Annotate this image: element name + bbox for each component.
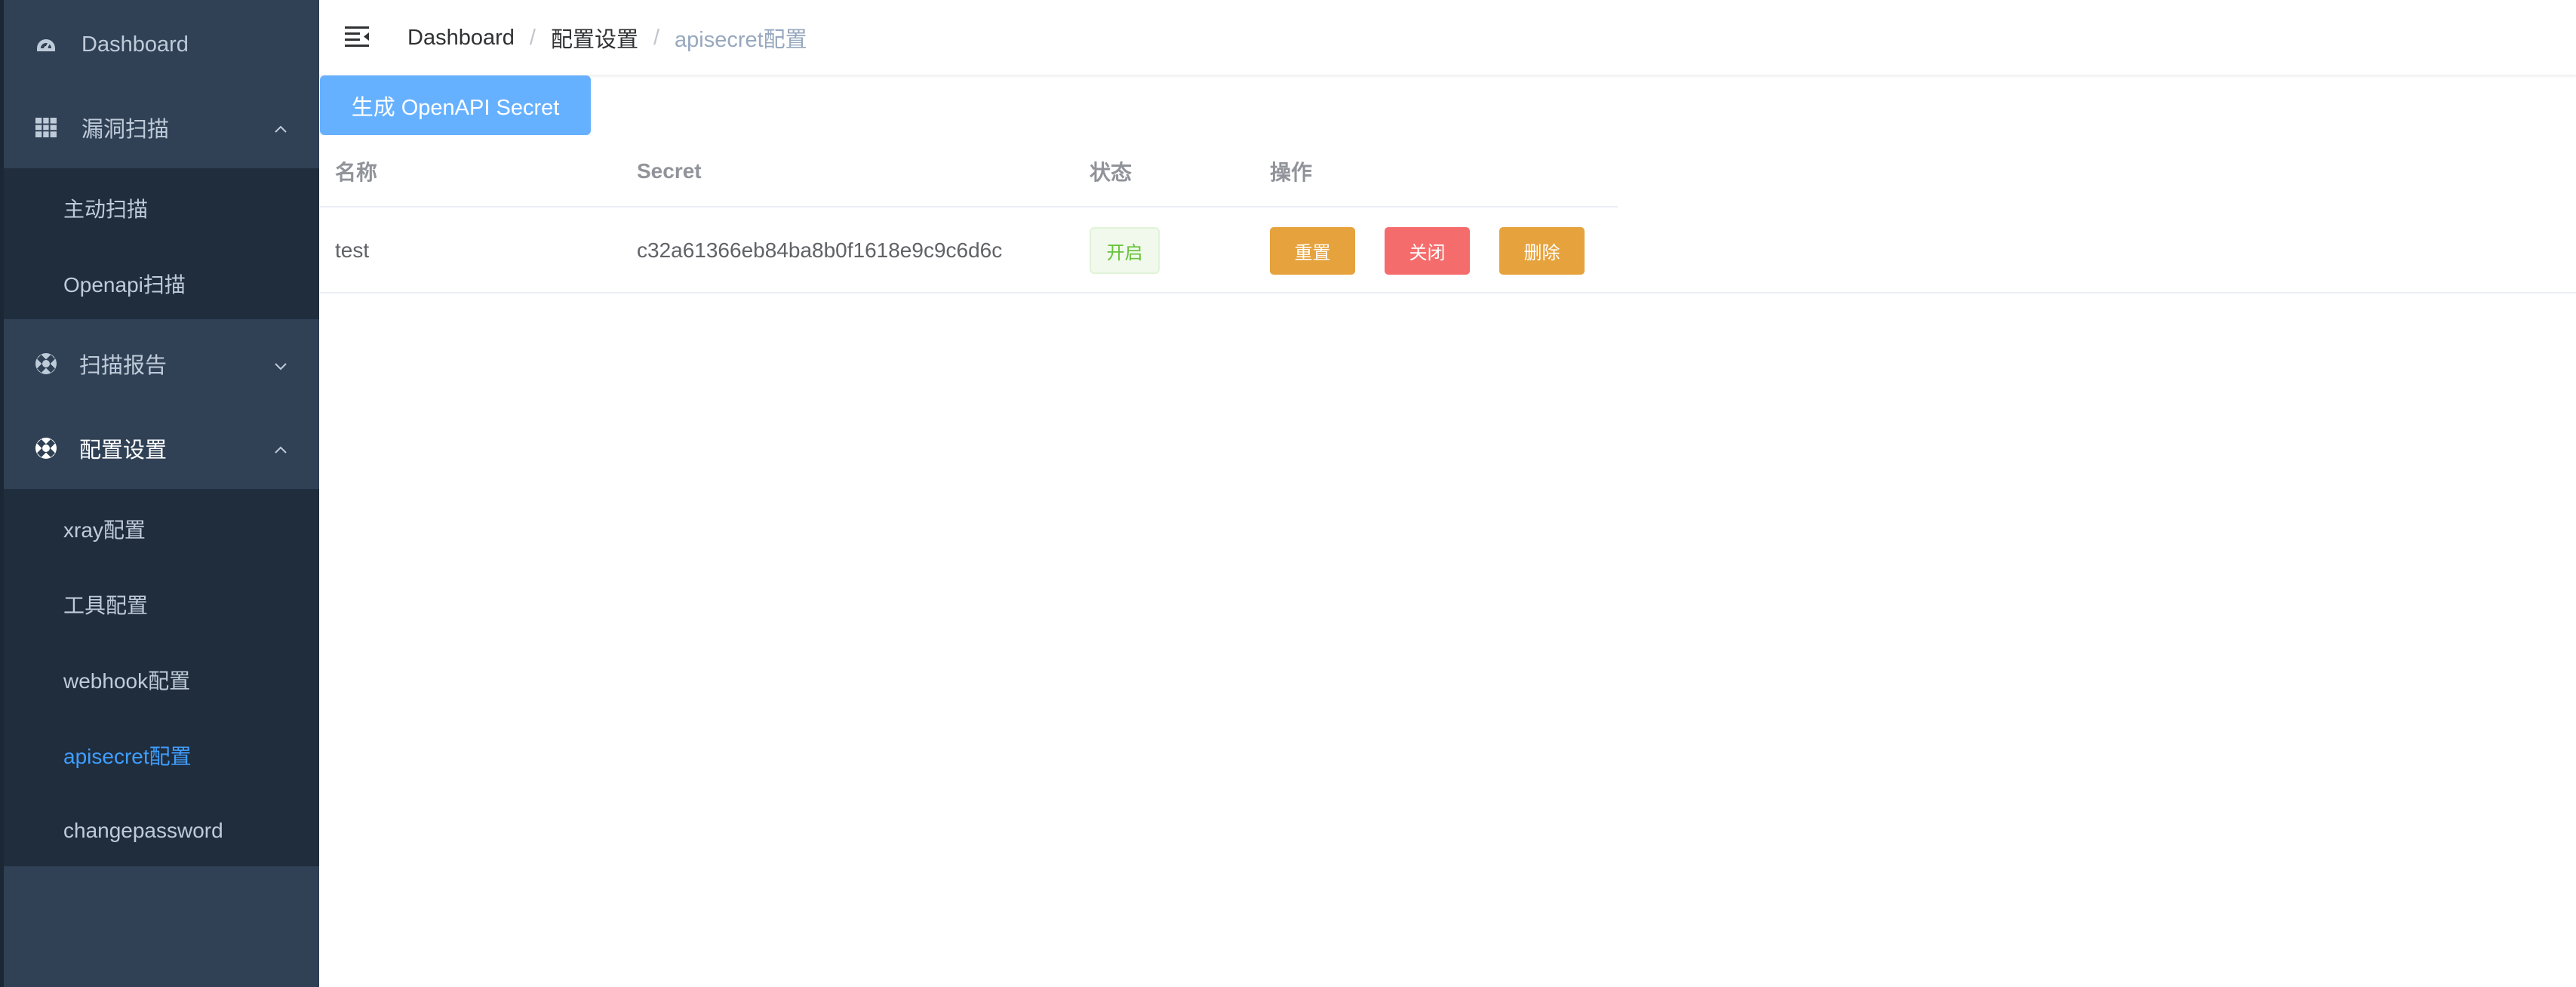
dashboard-icon: [34, 32, 58, 57]
navbar: Dashboard / 配置设置 / apisecret配置: [319, 0, 2576, 75]
table-header: 名称 Secret 状态 操作: [320, 135, 1618, 208]
sidebar-item-label: changepassword: [63, 819, 223, 842]
table-row: test c32a61366eb84ba8b0f1618e9c9c6d6c 开启…: [320, 208, 2576, 294]
cell-secret: c32a61366eb84ba8b0f1618e9c9c6d6c: [637, 238, 1003, 262]
sidebar-item-webhook-config[interactable]: webhook配置: [4, 642, 319, 718]
table-grid-icon: [34, 115, 58, 140]
sidebar-item-label: Openapi扫描: [63, 273, 186, 297]
sidebar-item-change-password[interactable]: changepassword: [4, 793, 319, 869]
sidebar-item-vuln-scan[interactable]: 漏洞扫描: [4, 85, 319, 170]
chevron-down-icon: [272, 355, 289, 372]
breadcrumb-item-settings[interactable]: 配置设置: [551, 22, 638, 54]
sidebar-item-label: 漏洞扫描: [81, 118, 170, 142]
breadcrumb-item-current: apisecret配置: [675, 28, 807, 52]
sidebar-item-label: xray配置: [63, 518, 146, 542]
sidebar-item-tool-config[interactable]: 工具配置: [4, 567, 319, 642]
breadcrumb-separator: /: [653, 25, 660, 50]
close-button[interactable]: 关闭: [1385, 227, 1470, 275]
chevron-up-icon: [272, 119, 289, 136]
sidebar-item-openapi-scan[interactable]: Openapi扫描: [4, 246, 319, 321]
sidebar-item-label: 配置设置: [79, 438, 168, 463]
column-header-secret: Secret: [637, 159, 702, 183]
breadcrumb-item-dashboard[interactable]: Dashboard: [407, 26, 515, 51]
sidebar-item-scan-report[interactable]: 扫描报告: [4, 321, 319, 406]
breadcrumb-separator: /: [529, 25, 536, 50]
column-header-name: 名称: [335, 161, 378, 184]
column-header-actions: 操作: [1270, 161, 1313, 184]
sidebar-item-label: 扫描报告: [79, 354, 168, 378]
sidebar-item-label: 工具配置: [63, 594, 149, 617]
sidebar-item-label: Dashboard: [81, 32, 189, 57]
chevron-up-icon: [272, 440, 289, 457]
component-icon: [34, 352, 58, 376]
sidebar-item-xray-config[interactable]: xray配置: [4, 491, 319, 567]
reset-button[interactable]: 重置: [1270, 227, 1355, 275]
sidebar-item-dashboard[interactable]: Dashboard: [4, 2, 319, 87]
cell-name: test: [335, 238, 370, 262]
generate-secret-button[interactable]: 生成 OpenAPI Secret: [320, 75, 591, 135]
breadcrumb: Dashboard / 配置设置 / apisecret配置: [407, 0, 807, 75]
component-icon: [34, 436, 58, 460]
sidebar-item-active-scan[interactable]: 主动扫描: [4, 171, 319, 246]
sidebar-item-label: webhook配置: [63, 669, 191, 693]
sidebar: Dashboard 漏洞扫描 主动扫描 Openapi扫描 扫描报告 配置设置 …: [0, 0, 319, 987]
delete-button[interactable]: 删除: [1499, 227, 1585, 275]
hamburger-icon[interactable]: [343, 23, 372, 51]
sidebar-item-label: 主动扫描: [63, 198, 149, 221]
sidebar-item-label: apisecret配置: [63, 745, 192, 768]
status-badge: 开启: [1090, 227, 1160, 274]
sidebar-item-settings[interactable]: 配置设置: [4, 406, 319, 490]
sidebar-item-apisecret-config[interactable]: apisecret配置: [4, 718, 319, 793]
column-header-status: 状态: [1090, 161, 1133, 184]
